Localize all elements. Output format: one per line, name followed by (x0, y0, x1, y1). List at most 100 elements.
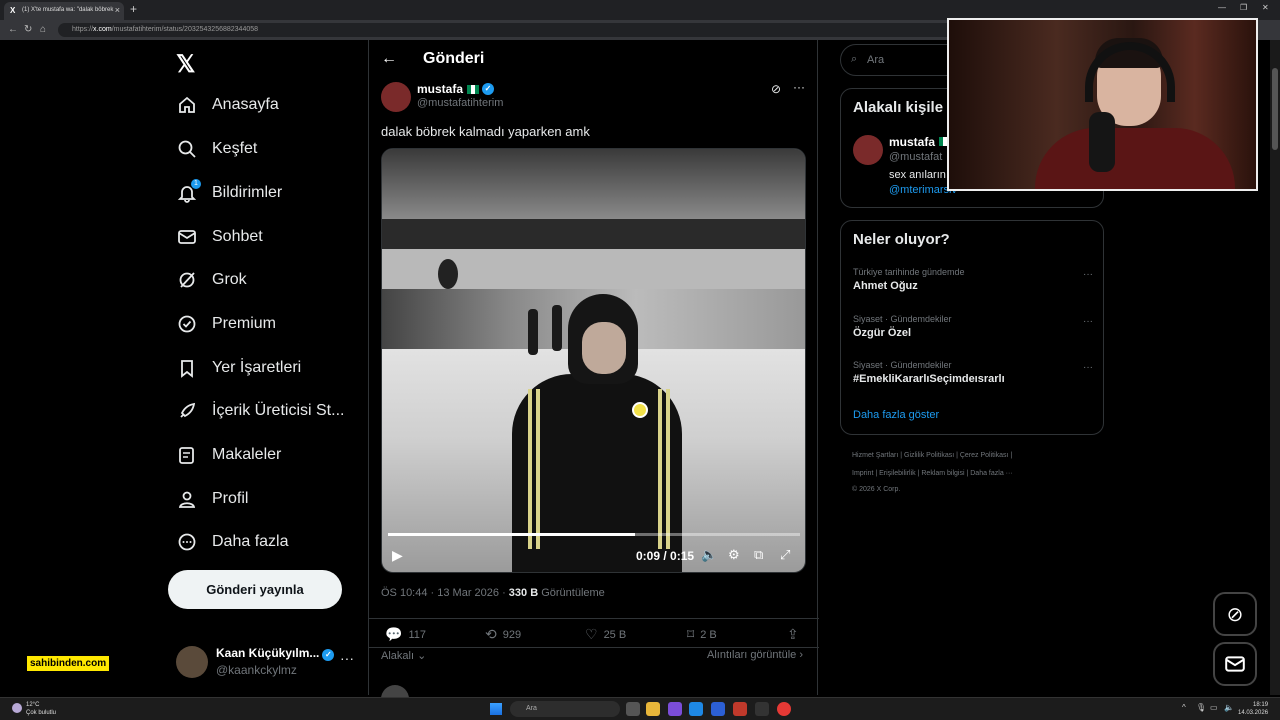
settings-gear-icon[interactable]: ⚙ (728, 547, 740, 563)
main-column: ← Gönderi mustafa ✓ @mustafatihterim ⊘ ··… (368, 40, 819, 713)
nav-item-premium[interactable]: Premium (176, 309, 276, 339)
app-icon[interactable] (711, 702, 725, 716)
scrollbar[interactable] (1270, 40, 1280, 695)
taskbar-search[interactable]: Ara (510, 701, 620, 717)
account-switcher[interactable]: Kaan Küçükyılm... ✓ @kaankckylmz ··· (176, 642, 366, 682)
grok-icon[interactable]: ⊘ (771, 82, 781, 96)
video-progress-bar[interactable] (388, 533, 800, 536)
trend-context: Türkiye tarihinde gündemde (853, 267, 965, 277)
x-logo-icon[interactable]: 𝕏 (176, 50, 195, 79)
trend-name: #EmekliKararlıSeçimdeısrarlı (853, 373, 1005, 385)
trend-item[interactable]: Türkiye tarihinde gündemde Ahmet Oğuz ··… (853, 267, 1093, 292)
reply-button[interactable]: 💬 117 (385, 626, 426, 643)
footer-links[interactable]: Imprint | Erişilebilirlik | Reklam bilgi… (852, 470, 1013, 477)
messages-fab-button[interactable] (1213, 642, 1257, 686)
view-quotes-link[interactable]: Alıntıları görüntüle › (707, 649, 803, 661)
reload-icon[interactable]: ↻ (24, 24, 32, 35)
nav-item-notifications[interactable]: 1 Bildirimler (176, 178, 282, 208)
monitor-icon[interactable]: ▭ (1210, 703, 1218, 712)
task-view-icon[interactable] (626, 702, 640, 716)
nav-item-messages[interactable]: Sohbet (176, 222, 263, 252)
trend-item[interactable]: Siyaset · Gündemdekiler Özgür Özel ··· (853, 314, 1093, 339)
video-player[interactable]: ▶ 0:09 / 0:15 🔈 ⚙ ⧉ ⤢ (381, 148, 806, 573)
app-icon[interactable] (733, 702, 747, 716)
more-dots-icon[interactable]: ··· (1083, 269, 1093, 280)
home-icon (176, 94, 198, 116)
more-dots-icon[interactable]: ··· (793, 80, 805, 94)
browser-tab[interactable]: X (1) X'te mustafa wa: "dalak böbrek × (4, 2, 124, 20)
more-dots-icon[interactable]: ··· (1083, 316, 1093, 327)
grok-fab-button[interactable]: ⊘ (1213, 592, 1257, 636)
nav-item-bookmarks[interactable]: Yer İşaretleri (176, 353, 301, 383)
nav-label: Daha fazla (212, 533, 289, 550)
more-dots-icon[interactable]: ··· (340, 650, 354, 666)
bookmark-icon: ⌑ (687, 626, 695, 642)
related-person-handle: @mustafat (889, 151, 943, 163)
like-button[interactable]: ♡ 25 B (585, 626, 626, 643)
system-clock[interactable]: 18:19 14.03.2026 (1238, 701, 1268, 717)
picture-in-picture-icon[interactable]: ⧉ (754, 547, 763, 563)
volume-icon[interactable]: 🔈 (701, 547, 717, 563)
nav-item-creator-studio[interactable]: İçerik Üreticisi St... (176, 396, 344, 426)
back-arrow-icon[interactable]: ← (381, 50, 397, 68)
microphone-icon (1089, 112, 1115, 172)
app-icon[interactable] (668, 702, 682, 716)
minimize-icon[interactable]: — (1218, 3, 1226, 12)
retweet-button[interactable]: ⟲ 929 (485, 626, 521, 643)
tweet-author-name[interactable]: mustafa ✓ (417, 82, 495, 96)
obs-icon[interactable] (755, 702, 769, 716)
maximize-icon[interactable]: ❐ (1240, 3, 1247, 12)
nav-item-profile[interactable]: Profil (176, 484, 248, 514)
weather-widget[interactable]: 12°C Çok bulutlu (26, 701, 56, 717)
flag-icon (467, 84, 480, 94)
nav-item-grok[interactable]: Grok (176, 265, 247, 295)
chrome-icon[interactable] (777, 702, 791, 716)
bookmark-button[interactable]: ⌑ 2 B (687, 626, 717, 643)
video-frame-stripe (658, 389, 662, 549)
tweet-author-handle[interactable]: @mustafatihterim (417, 97, 503, 109)
avatar[interactable] (853, 135, 883, 165)
play-icon[interactable]: ▶ (392, 547, 403, 564)
back-icon[interactable]: ← (8, 24, 18, 35)
avatar[interactable] (381, 82, 411, 112)
nav-item-explore[interactable]: Keşfet (176, 134, 257, 164)
nav-label: Sohbet (212, 228, 263, 245)
close-window-icon[interactable]: ✕ (1262, 3, 1269, 12)
windows-start-icon[interactable] (490, 703, 502, 715)
retweet-count: 929 (502, 628, 522, 641)
video-frame-stripe (666, 389, 670, 549)
more-dots-icon[interactable]: ··· (1083, 362, 1093, 373)
url-prefix: https:// (72, 26, 94, 33)
home-browser-icon[interactable]: ⌂ (40, 24, 46, 35)
video-frame-stripe (528, 389, 532, 549)
footer-links[interactable]: Hizmet Şartları | Gizlilik Politikası | … (852, 452, 1012, 459)
weather-icon (12, 703, 22, 713)
tweet-text: dalak böbrek kalmadı yaparken amk (381, 124, 590, 139)
nav-label: Bildirimler (212, 184, 283, 201)
close-tab-icon[interactable]: × (115, 5, 120, 15)
nav-item-articles[interactable]: Makaleler (176, 440, 281, 470)
microphone-icon[interactable]: 🎙 (1196, 703, 1206, 712)
scrollbar-thumb[interactable] (1272, 68, 1278, 150)
sort-dropdown[interactable]: Alakalı ⌄ (381, 649, 426, 662)
windows-taskbar: 12°C Çok bulutlu Ara ^ 🎙 ▭ 🔈 18:19 14.03.2… (0, 697, 1280, 720)
page-title: Gönderi (423, 50, 485, 67)
tab-title: (1) X'te mustafa wa: "dalak böbrek (22, 7, 114, 13)
fullscreen-icon[interactable]: ⤢ (780, 547, 790, 563)
trend-item[interactable]: Siyaset · Gündemdekiler #EmekliKararlıSe… (853, 360, 1093, 385)
post-button[interactable]: Gönderi yayınla (168, 570, 342, 609)
new-tab-icon[interactable]: + (130, 2, 137, 16)
video-frame (382, 149, 805, 219)
edge-icon[interactable] (689, 702, 703, 716)
nav-item-home[interactable]: Anasayfa (176, 90, 279, 120)
like-count: 25 B (603, 628, 627, 641)
show-more-link[interactable]: Daha fazla göster (853, 409, 939, 421)
nav-item-more[interactable]: Daha fazla (176, 527, 289, 557)
share-button[interactable]: ⇪ (787, 626, 805, 643)
webcam-overlay (947, 18, 1258, 191)
tweet-timestamp[interactable]: ÖS 10:44 · 13 Mar 2026 · (381, 587, 509, 599)
volume-icon[interactable]: 🔈 (1224, 703, 1234, 712)
file-explorer-icon[interactable] (646, 702, 660, 716)
related-person-name[interactable]: mustafa (889, 135, 952, 149)
tray-arrow-icon[interactable]: ^ (1182, 703, 1186, 712)
